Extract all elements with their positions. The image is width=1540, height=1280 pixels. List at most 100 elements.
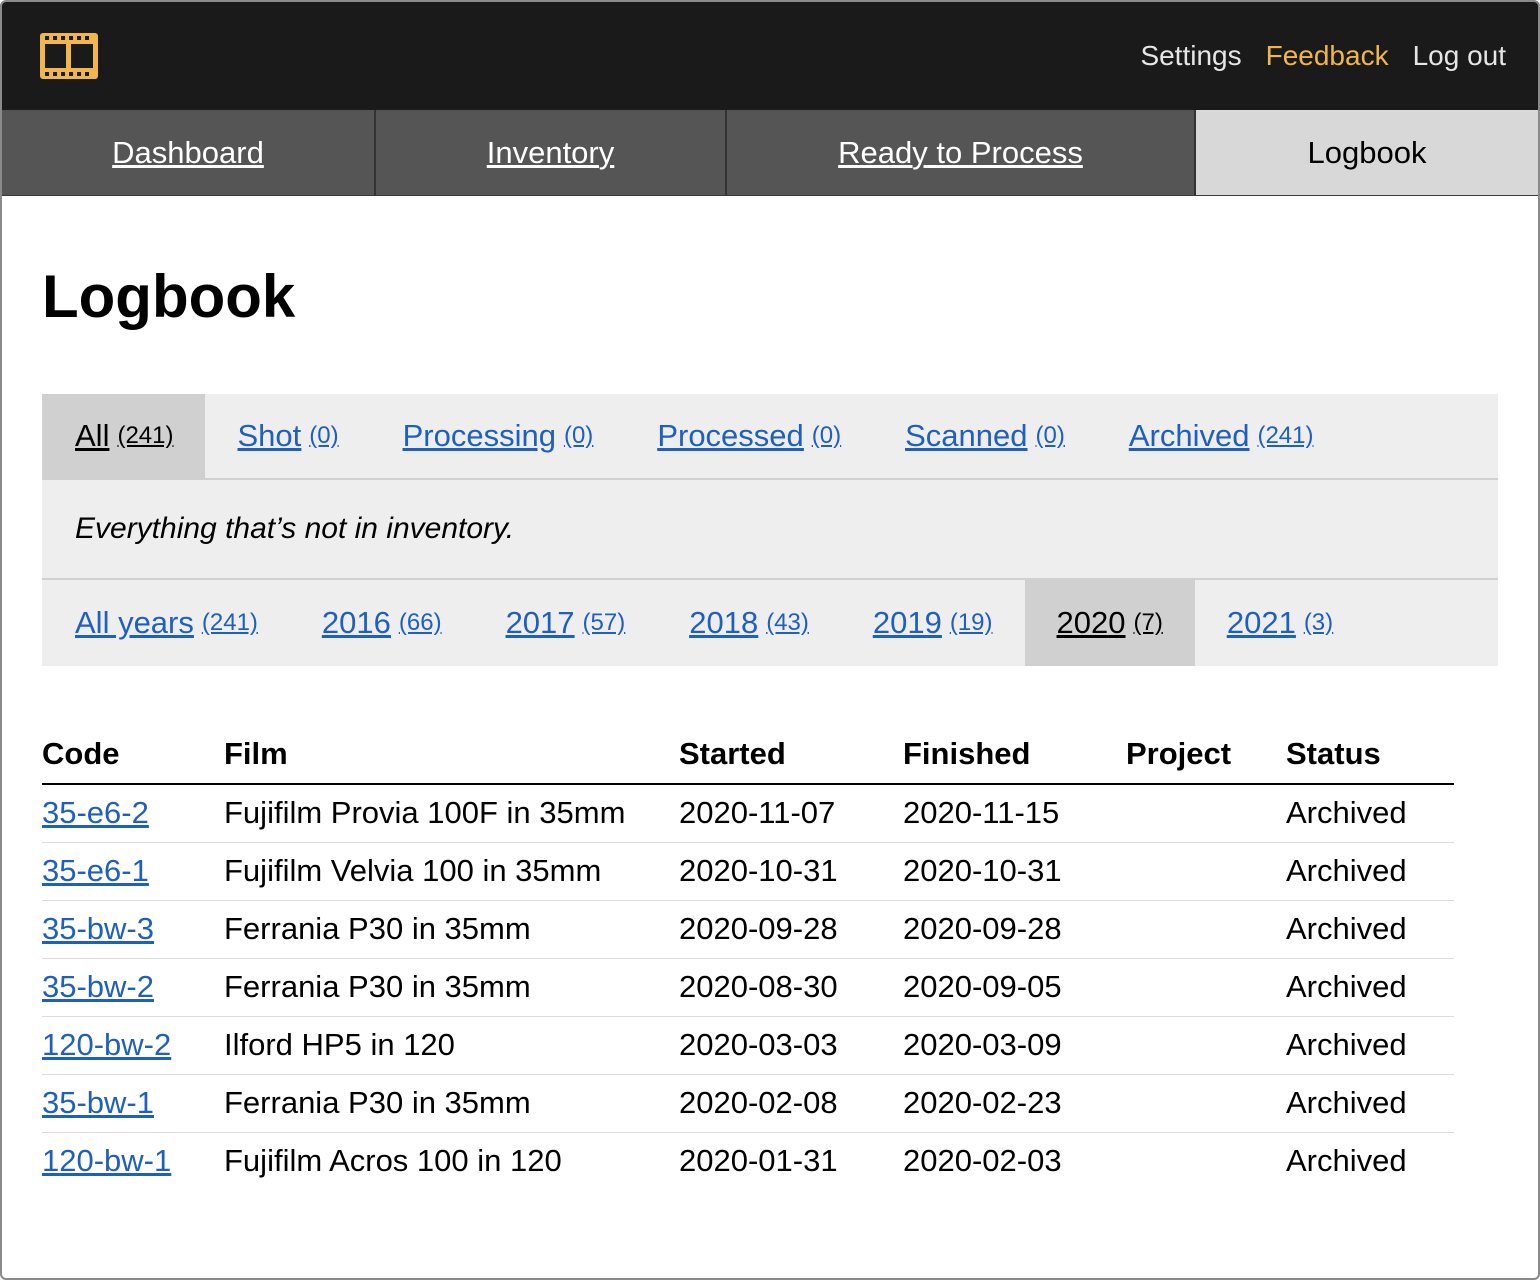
status-cell: Archived [1286, 900, 1454, 959]
status-tab-processed[interactable]: Processed (0) [625, 394, 873, 478]
settings-link[interactable]: Settings [1140, 40, 1241, 72]
tab-count: (57) [582, 609, 626, 636]
roll-code-link[interactable]: 35-bw-3 [42, 911, 154, 946]
table-row: 35-bw-3 Ferrania P30 in 35mm 2020-09-28 … [42, 900, 1454, 959]
table-row: 120-bw-2 Ilford HP5 in 120 2020-03-03 20… [42, 1016, 1454, 1075]
tab-label: 2018 [689, 605, 759, 640]
status-tabs: All (241) Shot (0) Processing (0) Processed… [42, 394, 1498, 480]
started-cell: 2020-11-07 [679, 784, 903, 843]
roll-code-link[interactable]: 120-bw-1 [42, 1143, 171, 1178]
started-cell: 2020-02-08 [679, 1074, 903, 1133]
roll-code-link[interactable]: 35-bw-1 [42, 1085, 154, 1120]
tab-label: All years [75, 605, 194, 640]
tab-count: (3) [1303, 609, 1334, 636]
tab-count: (0) [1035, 422, 1065, 449]
film-strip-icon[interactable] [40, 33, 98, 79]
table-header-row: Code Film Started Finished Project Statu… [42, 736, 1454, 785]
film-cell: Fujifilm Velvia 100 in 35mm [224, 842, 679, 901]
film-cell: Ferrania P30 in 35mm [224, 900, 679, 959]
tab-count: (241) [1257, 422, 1314, 449]
tab-label: 2017 [505, 605, 575, 640]
tab-label: All [75, 418, 110, 453]
page-title: Logbook [42, 263, 296, 330]
finished-cell: 2020-03-09 [903, 1016, 1126, 1075]
status-cell: Archived [1286, 842, 1454, 901]
tab-count: (0) [309, 422, 339, 449]
roll-code-link[interactable]: 35-e6-1 [42, 853, 149, 888]
app-window: Settings Feedback Log out Dashboard Inve… [0, 0, 1540, 1280]
tab-label: Shot [237, 418, 302, 453]
nav-ready-to-process[interactable]: Ready to Process [727, 110, 1196, 195]
logout-link[interactable]: Log out [1413, 40, 1506, 72]
started-cell: 2020-01-31 [679, 1143, 838, 1179]
status-tab-all[interactable]: All (241) [42, 394, 206, 478]
status-tab-shot[interactable]: Shot (0) [205, 394, 370, 478]
main-nav: Dashboard Inventory Ready to Process Log… [2, 110, 1538, 196]
tab-count: (66) [398, 609, 442, 636]
tab-count: (19) [949, 609, 993, 636]
feedback-link[interactable]: Feedback [1266, 40, 1389, 72]
table-row: 35-bw-2 Ferrania P30 in 35mm 2020-08-30 … [42, 958, 1454, 1017]
project-cell [1126, 1074, 1286, 1133]
header-started: Started [679, 736, 903, 785]
filter-description: Everything that’s not in inventory. [42, 480, 1498, 580]
year-tab-2018[interactable]: 2018 (43) [657, 580, 841, 666]
project-cell [1126, 1016, 1286, 1075]
main-content: Logbook All (241) Shot (0) Processing (0) P… [2, 266, 1538, 1190]
film-cell: Ilford HP5 in 120 [224, 1016, 679, 1075]
table-row: 120-bw-1 Fujifilm Acros 100 in 120 2020-… [42, 1132, 1454, 1190]
film-cell: Fujifilm Provia 100F in 35mm [224, 784, 679, 843]
year-tab-2021[interactable]: 2021 (3) [1195, 580, 1365, 666]
status-tab-processing[interactable]: Processing (0) [371, 394, 626, 478]
header-code: Code [42, 736, 224, 785]
status-cell: Archived [1286, 1074, 1454, 1133]
status-tab-archived[interactable]: Archived (241) [1097, 394, 1346, 478]
nav-inventory[interactable]: Inventory [376, 110, 727, 195]
film-cell: Ferrania P30 in 35mm [224, 958, 679, 1017]
tab-count: (43) [766, 609, 809, 636]
status-tab-scanned[interactable]: Scanned (0) [873, 394, 1097, 478]
status-cell: Archived [1286, 784, 1454, 843]
roll-code-link[interactable]: 35-e6-2 [42, 795, 149, 830]
tab-label: Processing [402, 418, 556, 453]
year-tab-2017[interactable]: 2017 (57) [474, 580, 658, 666]
project-cell [1126, 1132, 1286, 1190]
started-cell: 2020-08-30 [679, 958, 903, 1017]
table-row: 35-bw-1 Ferrania P30 in 35mm 2020-02-08 … [42, 1074, 1454, 1133]
finished-cell: 2020-02-03 [903, 1143, 1062, 1179]
finished-cell: 2020-09-05 [903, 958, 1126, 1017]
tab-label: Scanned [905, 418, 1028, 453]
project-cell [1126, 900, 1286, 959]
tab-label: 2020 [1056, 605, 1126, 640]
tab-label: Processed [657, 418, 804, 453]
nav-dashboard[interactable]: Dashboard [2, 110, 376, 195]
top-bar: Settings Feedback Log out [2, 2, 1538, 110]
year-tab-2020[interactable]: 2020 (7) [1024, 580, 1195, 666]
year-tab-all[interactable]: All years (241) [42, 580, 290, 666]
started-cell: 2020-10-31 [679, 842, 903, 901]
nav-logbook[interactable]: Logbook [1196, 110, 1538, 195]
finished-cell: 2020-09-28 [903, 900, 1126, 959]
finished-cell: 2020-02-23 [903, 1074, 1126, 1133]
project-cell [1126, 842, 1286, 901]
roll-code-link[interactable]: 35-bw-2 [42, 969, 154, 1004]
finished-cell: 2020-11-15 [903, 784, 1126, 843]
status-cell: Archived [1286, 1143, 1407, 1179]
year-tab-2016[interactable]: 2016 (66) [290, 580, 474, 666]
header-film: Film [224, 736, 679, 785]
header-project: Project [1126, 736, 1286, 785]
table-row: 35-e6-2 Fujifilm Provia 100F in 35mm 202… [42, 784, 1454, 843]
table-row: 35-e6-1 Fujifilm Velvia 100 in 35mm 2020… [42, 842, 1454, 901]
started-cell: 2020-09-28 [679, 900, 903, 959]
year-tab-2019[interactable]: 2019 (19) [841, 580, 1025, 666]
project-cell [1126, 784, 1286, 843]
tab-label: 2016 [321, 605, 391, 640]
year-tabs: All years (241) 2016 (66) 2017 (57) 2018 (43… [42, 580, 1498, 666]
filter-panel: All (241) Shot (0) Processing (0) Processed… [42, 394, 1498, 666]
account-links: Settings Feedback Log out [1140, 40, 1506, 72]
roll-code-link[interactable]: 120-bw-2 [42, 1027, 171, 1062]
film-cell: Fujifilm Acros 100 in 120 [224, 1143, 562, 1179]
tab-label: 2021 [1226, 605, 1296, 640]
logbook-table: Code Film Started Finished Project Statu… [42, 736, 1454, 1190]
header-status: Status [1286, 736, 1454, 785]
